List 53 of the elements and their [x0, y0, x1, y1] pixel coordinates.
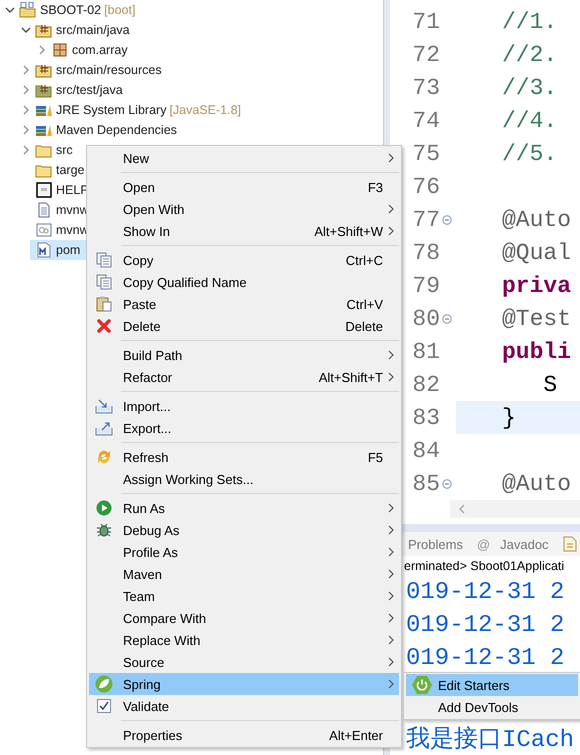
code-text: //2.	[502, 42, 558, 68]
code-text: publi	[502, 338, 572, 364]
code-text: //1.	[502, 8, 558, 34]
shortcut-label: F3	[368, 180, 383, 194]
code-text: priva	[502, 272, 572, 298]
shortcut-label: Ctrl+C	[346, 252, 383, 268]
shortcut-label: F5	[368, 450, 383, 464]
line-number: 82	[411, 372, 440, 398]
line-number: 85	[411, 470, 440, 496]
code-text: @Test	[502, 306, 572, 332]
tree-label: src/test/java	[56, 83, 123, 97]
line-number: 84	[411, 438, 440, 464]
console-line: 我是接口ICach	[405, 727, 576, 755]
code-text: //5.	[502, 140, 558, 166]
shortcut-label: Alt+Enter	[329, 728, 383, 742]
line-number: 76	[411, 174, 440, 200]
code-text: @Auto	[502, 470, 572, 496]
console-header: erminated> Sboot01Applicati	[403, 558, 566, 575]
tree-label: src/main/java	[56, 23, 130, 37]
line-number: 71	[411, 8, 440, 34]
line-number: 80	[411, 306, 440, 332]
code-text: S	[542, 372, 558, 398]
shortcut-label: Alt+Shift+W	[314, 224, 383, 238]
line-number: 74	[411, 108, 440, 134]
console-line: 019-12-31 2	[405, 578, 566, 608]
line-number: 79	[411, 272, 440, 298]
tree-label: Maven Dependencies	[56, 123, 177, 137]
tree-label: src/main/resources	[56, 63, 162, 77]
tree-decoration: [boot]	[104, 3, 136, 17]
line-number: 72	[411, 42, 440, 68]
line-number: 81	[411, 338, 440, 364]
shortcut-label: Ctrl+V	[346, 296, 383, 312]
line-number: 75	[411, 140, 440, 166]
code-text: //4.	[502, 108, 558, 134]
tree-label: src	[56, 143, 73, 157]
line-number: 83	[411, 404, 440, 430]
line-number: 78	[411, 240, 440, 266]
tree-label: pom	[56, 243, 80, 257]
tree-decoration: [JavaSE-1.8]	[169, 103, 242, 117]
console-line: 019-12-31 2	[405, 611, 566, 641]
tree-label: com.array	[72, 43, 128, 57]
shortcut-label: Alt+Shift+T	[318, 370, 383, 384]
code-text: }	[502, 404, 516, 430]
code-text: //3.	[502, 74, 558, 100]
code-text: @Auto	[502, 206, 572, 232]
shortcut-label: Delete	[345, 318, 383, 334]
tree-label: JRE System Library	[56, 103, 166, 117]
tree-label: targe	[56, 163, 84, 177]
line-number: 77	[411, 206, 440, 232]
console-line: 019-12-31 2	[405, 644, 566, 674]
tree-label: SBOOT-02	[40, 3, 102, 17]
line-number: 73	[411, 74, 440, 100]
code-text: @Qual	[502, 240, 572, 266]
